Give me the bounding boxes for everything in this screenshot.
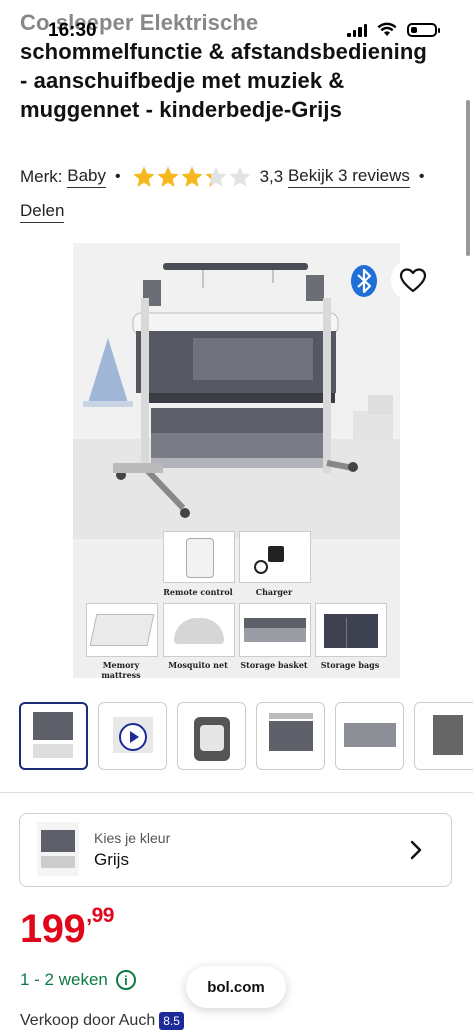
play-icon <box>119 723 147 751</box>
accessory-charger-image <box>239 531 311 583</box>
thumbnail-item[interactable] <box>335 702 404 770</box>
price: 199,99 <box>20 904 114 952</box>
star-icon <box>157 166 179 187</box>
accessory-remote-image <box>163 531 235 583</box>
thumbnail-item[interactable] <box>19 702 88 770</box>
divider <box>0 792 473 793</box>
scroll-indicator[interactable] <box>466 100 470 256</box>
thumbnail-item[interactable] <box>414 702 473 770</box>
color-thumbnail <box>37 822 79 876</box>
info-icon[interactable]: i <box>115 970 136 990</box>
thumbnail-item[interactable] <box>256 702 325 770</box>
seller-text[interactable]: Verkoop door Auch <box>20 1012 155 1029</box>
delivery-text: 1 - 2 weken <box>20 970 108 989</box>
thumbnail-strip <box>19 702 473 770</box>
heart-icon <box>399 268 427 293</box>
separator-dot: • <box>418 168 425 185</box>
accessory-label: Charger <box>255 587 293 597</box>
reviews-link[interactable]: Bekijk 3 reviews <box>287 166 410 188</box>
color-caption: Kies je kleur <box>94 830 171 846</box>
battery-icon <box>407 22 440 37</box>
color-selector[interactable] <box>19 813 452 887</box>
price-cents: ,99 <box>86 904 114 927</box>
browser-url-pill[interactable]: bol.com <box>186 966 286 1008</box>
star-icon <box>133 166 155 187</box>
wifi-icon <box>377 22 397 36</box>
star-icon <box>205 166 227 187</box>
accessory-mattress-image <box>86 603 158 657</box>
bluetooth-icon <box>351 265 377 297</box>
brand-link[interactable]: Baby <box>67 166 106 188</box>
color-value: Grijs <box>94 850 129 869</box>
product-meta-row: Merk: Baby • 3,3 Bekijk 3 reviews • <box>20 165 433 189</box>
rating-stars <box>132 165 252 189</box>
accessory-bags-image <box>315 603 387 657</box>
signal-icon <box>347 23 367 37</box>
status-icons <box>347 22 440 37</box>
brand-label: Merk: <box>20 167 63 186</box>
accessory-label: Mosquito net <box>168 660 228 670</box>
accessory-label: Storage bags <box>320 660 380 670</box>
rating-value: 3,3 <box>259 167 284 186</box>
product-title-rest: schommelfunctie & afstandsbediening - aa… <box>20 39 427 122</box>
accessory-basket-image <box>239 603 311 657</box>
accessory-label: Memory mattress <box>101 660 141 678</box>
seller-rating-badge: 8.5 <box>159 1012 184 1030</box>
chevron-right-icon[interactable] <box>407 838 425 862</box>
star-icon <box>181 166 203 187</box>
star-icon <box>229 166 251 187</box>
separator-dot: • <box>114 168 121 185</box>
price-euros: 199 <box>20 907 86 951</box>
thumbnail-item[interactable] <box>177 702 246 770</box>
wishlist-button[interactable] <box>391 258 435 302</box>
accessory-net-image <box>163 603 235 657</box>
status-time: 16:30 <box>48 20 97 41</box>
thumbnail-video[interactable] <box>98 702 167 770</box>
delivery-time: 1 - 2 weken i <box>20 970 136 990</box>
seller-row: Verkoop door Auch 8.5 <box>20 1012 184 1030</box>
share-link[interactable]: Delen <box>20 201 65 223</box>
product-main-image[interactable]: Remote control Charger Memory mattress M… <box>73 243 400 678</box>
accessory-label: Remote control <box>163 587 233 597</box>
accessory-label: Storage basket <box>240 660 308 670</box>
